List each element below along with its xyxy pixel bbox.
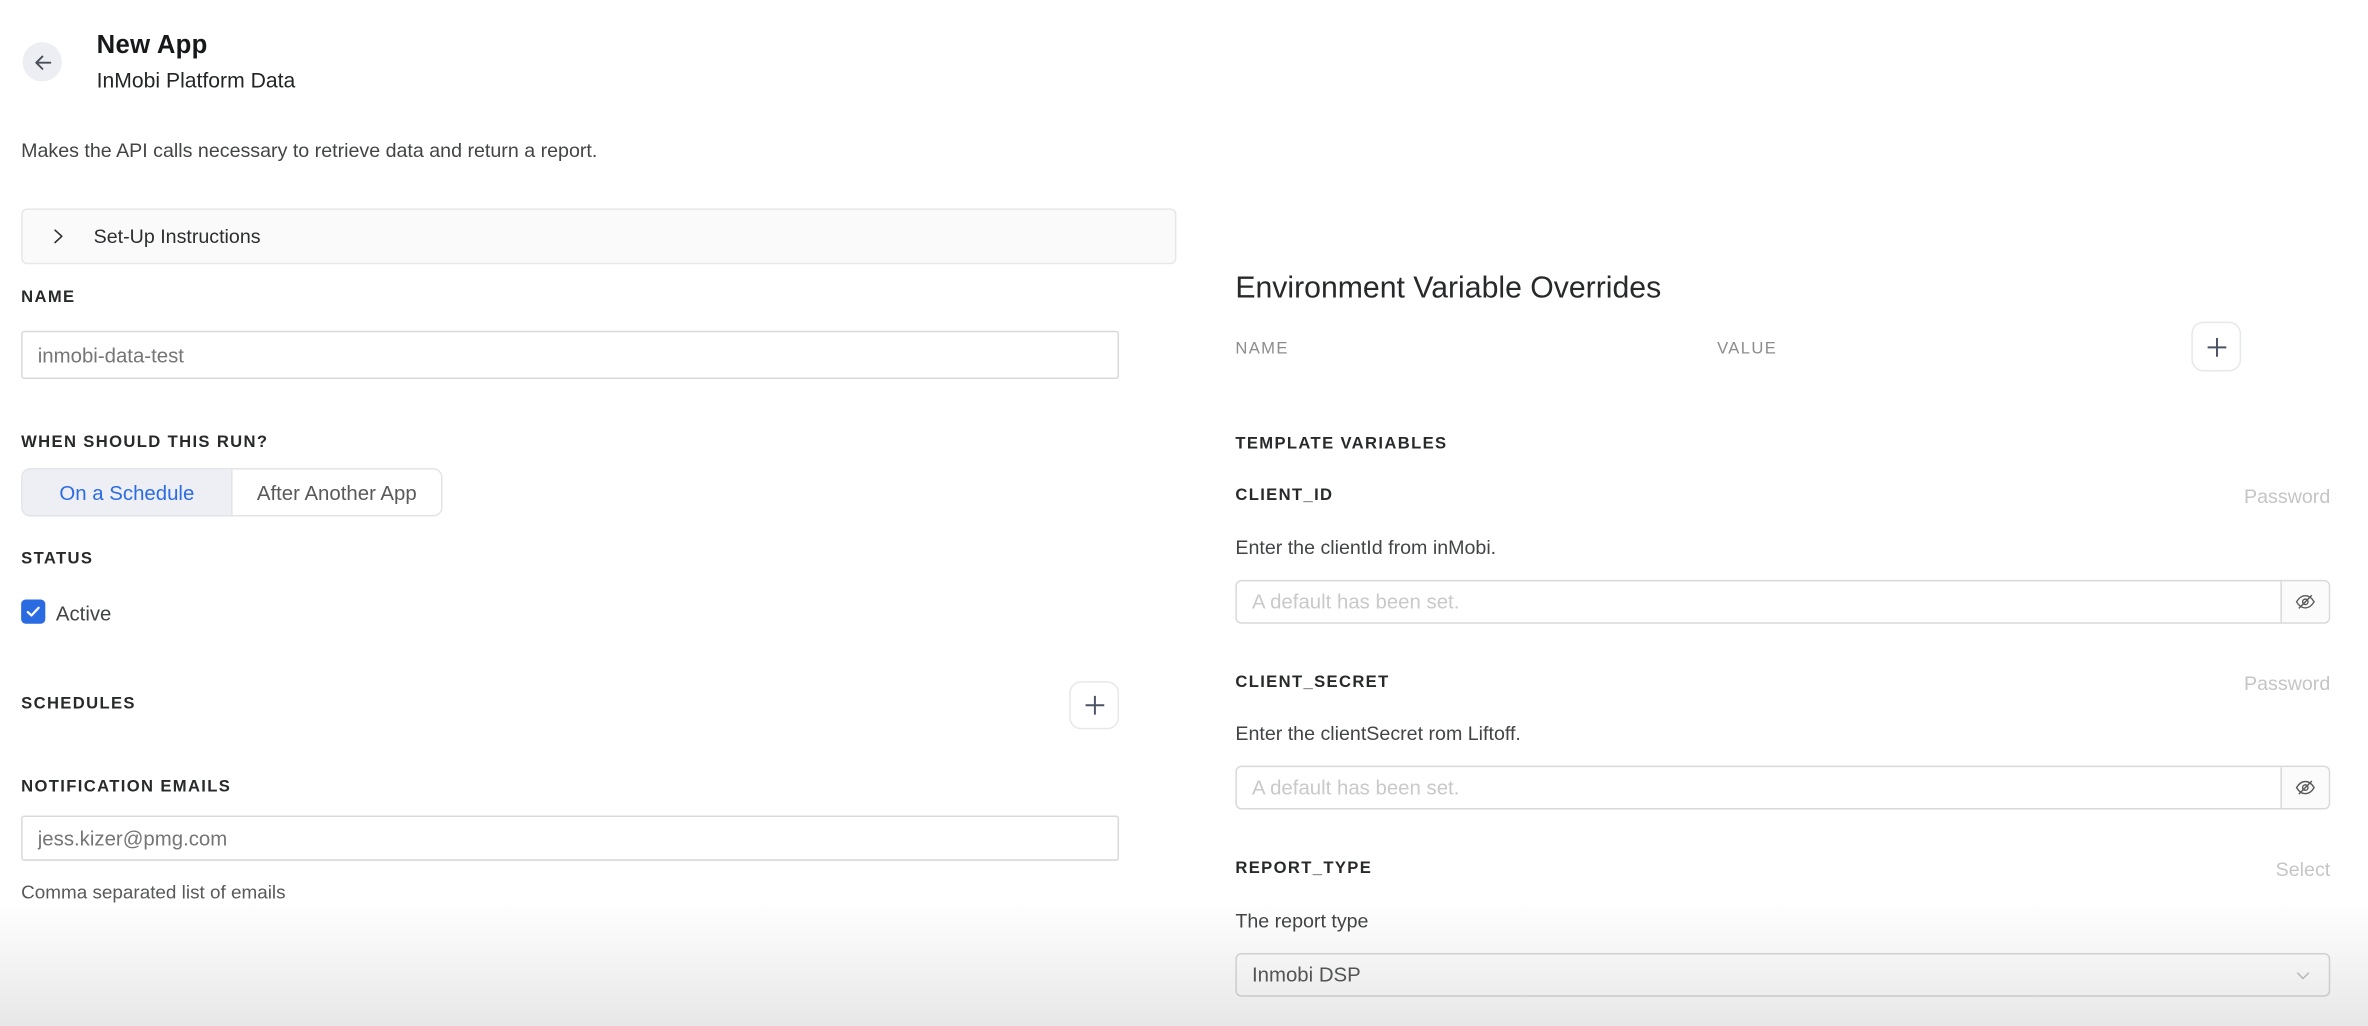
page-title: New App [97, 30, 208, 60]
status-label: STATUS [21, 551, 93, 568]
toggle-visibility-button[interactable] [2280, 581, 2328, 622]
env-overrides-title: Environment Variable Overrides [1235, 272, 1661, 307]
report-type-select-value: Inmobi DSP [1252, 964, 2293, 987]
notification-emails-input[interactable] [21, 816, 1119, 861]
client-secret-input[interactable] [1237, 767, 2281, 808]
eye-off-icon [2294, 776, 2317, 799]
report-type-type-hint: Select [1235, 858, 2330, 881]
client-secret-input-group [1235, 766, 2330, 810]
setup-instructions-panel[interactable]: Set-Up Instructions [21, 208, 1176, 264]
add-schedule-button[interactable] [1069, 681, 1119, 729]
env-name-column-header: NAME [1235, 341, 1288, 358]
name-label: NAME [21, 290, 75, 307]
new-app-page: New App InMobi Platform Data Makes the A… [0, 0, 2368, 1026]
client-secret-type-hint: Password [1235, 672, 2330, 695]
env-value-column-header: VALUE [1717, 341, 1777, 358]
client-id-input[interactable] [1237, 581, 2281, 622]
page-subtitle: InMobi Platform Data [97, 68, 296, 92]
notification-emails-label: NOTIFICATION EMAILS [21, 779, 231, 796]
chevron-down-icon [2292, 964, 2313, 985]
setup-instructions-label: Set-Up Instructions [94, 225, 261, 248]
check-icon [24, 603, 42, 621]
client-id-description: Enter the clientId from inMobi. [1235, 536, 1496, 559]
chevron-right-icon [48, 227, 68, 247]
active-checkbox-label: Active [56, 603, 112, 626]
schedules-label: SCHEDULES [21, 696, 136, 713]
add-env-variable-button[interactable] [2191, 322, 2241, 372]
client-id-type-hint: Password [1235, 485, 2330, 508]
plus-icon [1082, 693, 1106, 717]
arrow-left-icon [31, 51, 54, 74]
app-description: Makes the API calls necessary to retriev… [21, 139, 597, 162]
eye-off-icon [2294, 590, 2317, 613]
report-type-description: The report type [1235, 909, 1368, 932]
run-when-label: WHEN SHOULD THIS RUN? [21, 435, 268, 452]
template-variables-label: TEMPLATE VARIABLES [1235, 436, 1447, 453]
run-when-segmented-control: On a Schedule After Another App [21, 468, 442, 516]
report-type-select[interactable]: Inmobi DSP [1235, 953, 2330, 997]
client-id-input-group [1235, 580, 2330, 624]
plus-icon [2204, 335, 2228, 359]
toggle-visibility-button[interactable] [2280, 767, 2328, 808]
active-checkbox[interactable] [21, 600, 45, 624]
segment-on-a-schedule[interactable]: On a Schedule [23, 470, 231, 515]
name-input[interactable] [21, 331, 1119, 379]
segment-after-another-app[interactable]: After Another App [231, 470, 441, 515]
back-button[interactable] [23, 42, 62, 81]
emails-helper-text: Comma separated list of emails [21, 882, 285, 903]
client-secret-description: Enter the clientSecret rom Liftoff. [1235, 722, 1521, 745]
